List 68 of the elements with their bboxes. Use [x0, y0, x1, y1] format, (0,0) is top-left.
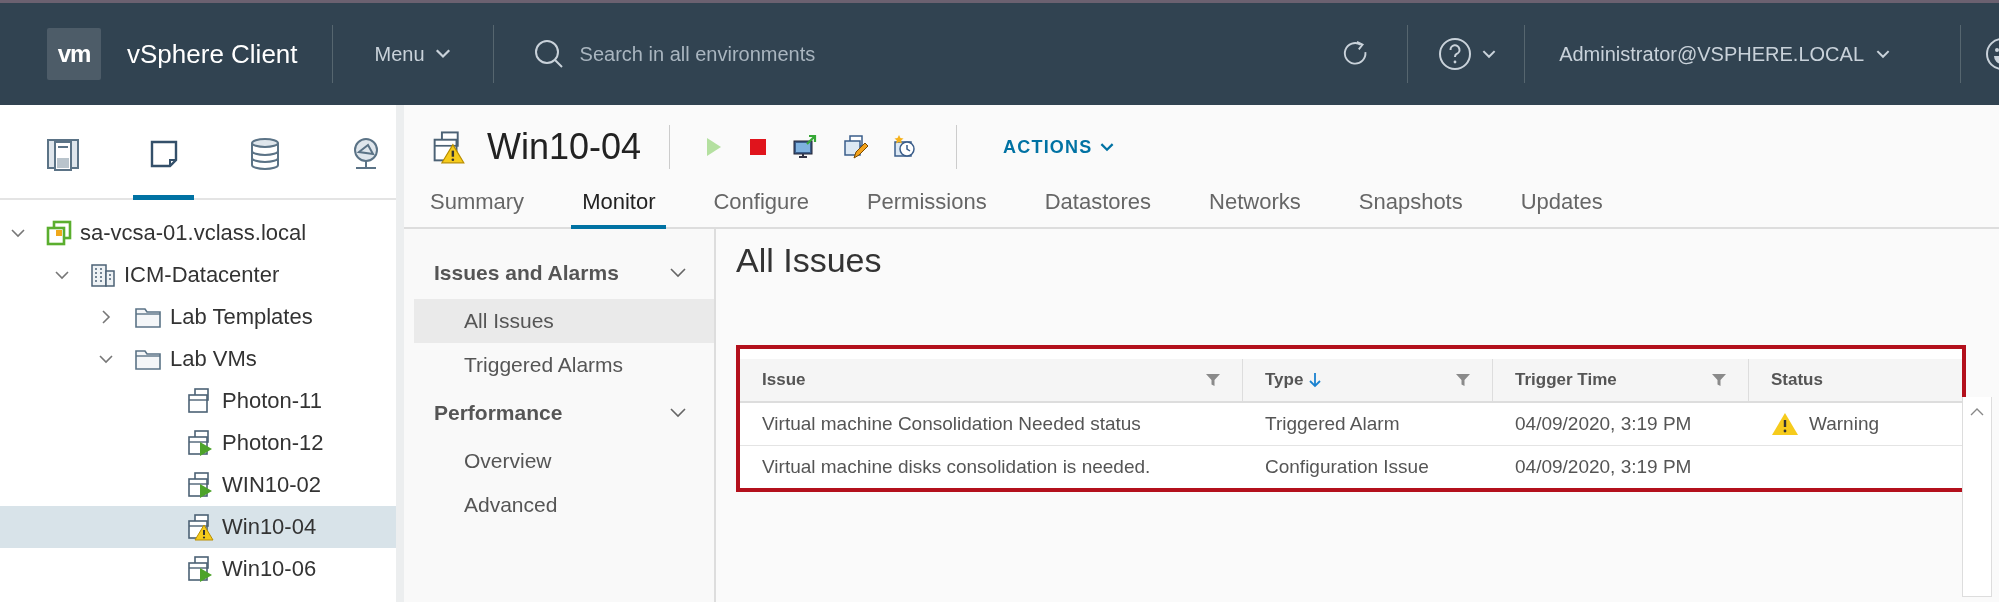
filter-icon[interactable] — [1456, 373, 1470, 387]
server-icon — [46, 220, 72, 246]
vm-running-icon — [186, 471, 214, 499]
chevron-icon — [670, 408, 686, 418]
tab[interactable]: Configure — [702, 179, 820, 229]
search-field[interactable]: Search in all environments — [577, 41, 912, 67]
tree-item[interactable]: WIN10-02 — [0, 464, 396, 506]
search-icon — [533, 39, 564, 69]
vm-running-icon — [186, 429, 214, 457]
tab[interactable]: Networks — [1198, 179, 1312, 229]
tree-item[interactable]: Photon-11 — [0, 380, 396, 422]
hosts-icon — [44, 136, 81, 172]
tab[interactable]: Datastores — [1033, 179, 1163, 229]
nav-group-header[interactable]: Performance — [404, 391, 714, 435]
column-header[interactable]: Status — [1749, 359, 1962, 401]
nav-group-header[interactable]: Issues and Alarms — [404, 251, 714, 295]
vm-title: Win10-04 — [487, 126, 642, 168]
nav-item[interactable]: Overview — [414, 439, 714, 483]
nav-item[interactable]: Triggered Alarms — [414, 343, 714, 387]
chevron-icon — [670, 268, 686, 278]
column-header[interactable]: Trigger Time — [1493, 359, 1749, 401]
actions-menu-button[interactable]: ACTIONS — [1003, 136, 1115, 158]
tree-item[interactable]: ICM-Datacenter — [0, 254, 396, 296]
help-button[interactable] — [1438, 37, 1497, 71]
edit-settings-icon[interactable] — [842, 134, 869, 160]
page-title: All Issues — [736, 241, 883, 280]
chevron-down-icon — [434, 49, 451, 59]
folder-icon — [134, 305, 162, 329]
user-menu[interactable]: Administrator@VSPHERE.LOCAL — [1559, 42, 1890, 66]
vm-warning-icon — [431, 130, 465, 164]
time-cell-text: 04/09/2020, 3:19 PM — [1514, 455, 1693, 479]
monitor-icon[interactable] — [792, 134, 819, 160]
tab[interactable]: Snapshots — [1347, 179, 1474, 229]
column-header[interactable]: Issue — [740, 359, 1243, 401]
menu-button[interactable]: Menu — [374, 42, 451, 66]
time-cell-text: 04/09/2020, 3:19 PM — [1514, 412, 1693, 436]
issue-cell-text: Virtual machine Consolidation Needed status — [761, 412, 1142, 436]
tree-item[interactable]: Win10-04 — [0, 506, 396, 548]
nav-item[interactable]: All Issues — [414, 299, 714, 343]
vm-warning-icon — [186, 513, 214, 541]
column-header[interactable]: Type — [1243, 359, 1493, 401]
warning-icon — [1771, 412, 1799, 436]
filter-icon[interactable] — [1712, 373, 1726, 387]
tree-item[interactable]: sa-vcsa-01.vclass.local — [0, 212, 396, 254]
filter-icon[interactable] — [1206, 373, 1220, 387]
status-text: Warning — [1809, 413, 1880, 435]
vm-logo[interactable]: vm — [47, 28, 101, 80]
app-title: vSphere Client — [127, 38, 298, 70]
chevron-down-icon — [1100, 142, 1115, 152]
tab[interactable]: Permissions — [855, 179, 998, 229]
building-icon — [90, 262, 116, 288]
tab[interactable]: Summary — [419, 179, 536, 229]
stop-icon[interactable] — [748, 137, 769, 157]
chevron-down-icon — [1876, 49, 1890, 59]
tree-item[interactable]: Photon-12 — [0, 422, 396, 464]
vm-running-icon — [186, 555, 214, 583]
tree-item[interactable]: Win10-06 — [0, 548, 396, 590]
tree-item[interactable]: Lab VMs — [0, 338, 396, 380]
tab[interactable]: Updates — [1509, 179, 1614, 229]
nav-item[interactable]: Advanced — [414, 483, 714, 527]
chevron-down-icon — [1482, 49, 1497, 59]
scrollbar[interactable] — [1962, 397, 1992, 597]
issue-cell-text: Virtual machine disks consolidation is needed. — [761, 455, 1152, 479]
chevron-up-icon[interactable] — [1970, 407, 1984, 417]
tree-item[interactable]: Lab Templates — [0, 296, 396, 338]
folder-icon — [134, 347, 162, 371]
type-cell-text: Triggered Alarm — [1264, 412, 1401, 436]
type-cell-text: Configuration Issue — [1264, 455, 1430, 479]
